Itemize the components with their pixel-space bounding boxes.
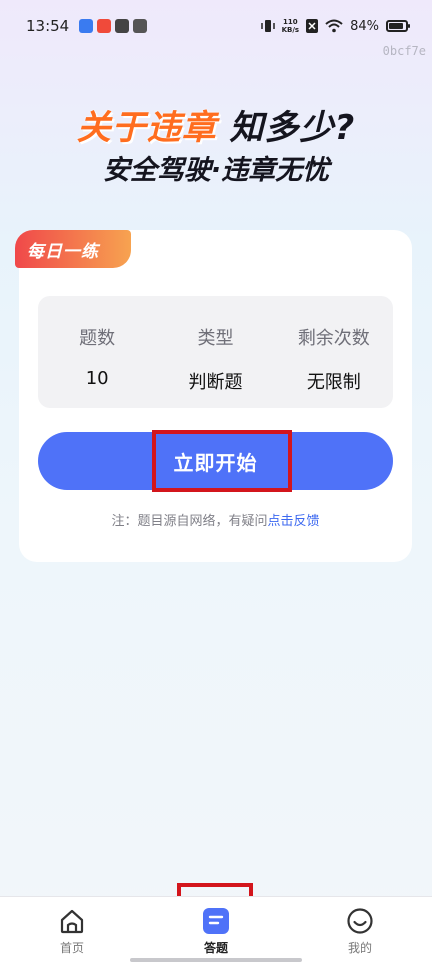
quiz-icon [203,908,229,934]
notification-app-icon-3 [115,19,130,33]
banner: 关于违章 知多少? 安全驾驶·违章无忧 [0,106,432,190]
tab-mine[interactable]: 我的 [288,897,432,964]
tab-label: 首页 [59,941,84,955]
highlight-start-button [152,430,292,492]
home-icon [60,909,84,934]
notification-app-icon-1 [79,19,94,33]
daily-practice-ribbon: 每日一练 [15,230,131,268]
status-right: 110 KB/s 84% [260,18,410,34]
status-notification-icons [79,19,148,33]
battery-icon [386,20,410,32]
info-label: 题数 [79,328,116,349]
bottom-tab-bar: 首页 答题 我的 [0,896,432,964]
banner-title-dark: 知多少? [229,108,356,148]
info-question-type: 类型 判断题 [156,296,274,408]
wifi-icon [325,19,343,33]
net-speed-unit: KB/s [281,26,300,34]
source-note: 注：题目源自网络，有疑问点击反馈 [19,510,412,529]
info-label: 类型 [197,328,234,349]
info-remaining-attempts: 剩余次数 无限制 [275,296,393,408]
sim-x-icon [306,19,319,33]
info-question-count: 题数 10 [38,296,156,408]
info-value: 无限制 [306,372,361,393]
vibrate-icon [260,20,275,32]
notification-app-icon-2 [97,19,112,33]
net-speed: 110 KB/s [282,18,299,34]
info-value: 判断题 [188,372,243,393]
tab-label: 答题 [203,941,228,955]
battery-percent: 84% [350,18,379,34]
net-speed-value: 110 [283,18,298,26]
notification-app-icon-4 [133,19,148,33]
banner-subtitle: 安全驾驶·违章无忧 [102,155,330,186]
tab-home[interactable]: 首页 [0,897,144,964]
device-id: 0bcf7e [382,44,426,58]
smile-icon [347,908,373,934]
tab-quiz[interactable]: 答题 [144,897,288,964]
note-text: 注：题目源自网络，有疑问 [111,514,268,529]
home-indicator[interactable] [130,958,302,962]
status-bar: 13:54 110 KB/s 84% [0,0,432,52]
banner-title-orange: 关于违章 [76,108,217,148]
info-label: 剩余次数 [297,328,370,349]
info-value: 10 [85,368,109,389]
quiz-info-box: 题数 10 类型 判断题 剩余次数 无限制 [38,296,393,408]
daily-practice-card: 每日一练 题数 10 类型 判断题 剩余次数 无限制 立即开始 注：题目源自网络… [15,230,412,562]
banner-title: 关于违章 知多少? [0,106,432,150]
feedback-link[interactable]: 点击反馈 [268,514,320,529]
status-time: 13:54 [26,17,70,35]
tab-label: 我的 [347,941,372,955]
